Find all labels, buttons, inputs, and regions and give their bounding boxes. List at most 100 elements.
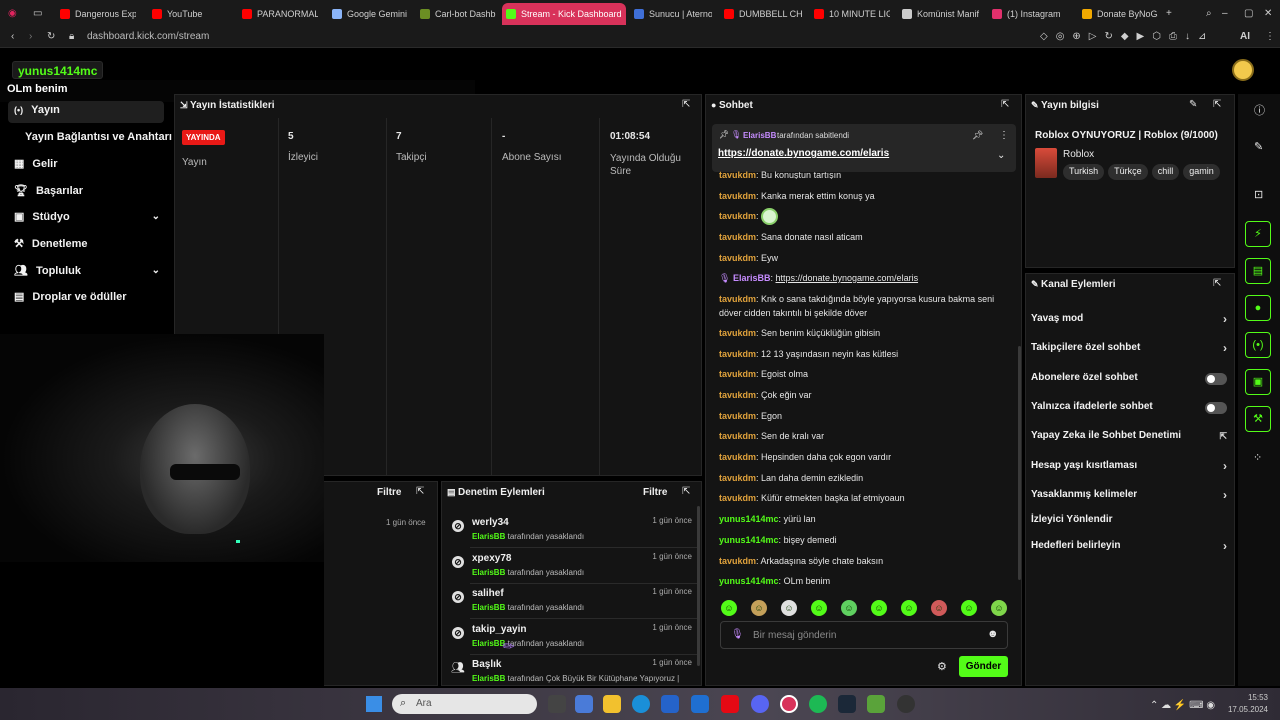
stream-tag[interactable]: Turkish (1063, 164, 1105, 180)
reload-icon[interactable]: ↻ (47, 31, 55, 42)
moderator-name[interactable]: ElarisBB (472, 603, 505, 612)
chat-input[interactable]: 🎙︎ Bir mesaj gönderin ☻ (720, 621, 1008, 649)
chat-message-text[interactable]: https://donate.bynogame.com/elaris (775, 273, 918, 283)
browser-tab[interactable]: (1) Instagram (988, 3, 1070, 25)
close-icon[interactable]: ✕ (1264, 8, 1272, 19)
pinned-link[interactable]: https://donate.bynogame.com/elaris (718, 148, 889, 159)
chat-username[interactable]: yunus1414mc (719, 535, 779, 545)
mod-filter-button[interactable]: Filtre (643, 487, 667, 498)
emote-picker-icon[interactable]: ☺ (721, 600, 737, 616)
emote-picker-icon[interactable]: ☺ (751, 600, 767, 616)
mod-action-row[interactable]: ⊘ werly34 ElarisBB tarafından yasaklandı 1 … (450, 516, 698, 548)
file-explorer-icon[interactable] (603, 695, 621, 713)
back-icon[interactable]: ‹ (11, 31, 14, 42)
windows-start-icon[interactable] (366, 696, 382, 712)
minimize-icon[interactable]: – (1222, 8, 1228, 19)
browser-tab[interactable]: YouTube (148, 3, 228, 25)
channel-action-row[interactable]: İzleyici Yönlendir (1031, 514, 1227, 528)
category-thumbnail[interactable] (1035, 148, 1057, 178)
chat-username[interactable]: yunus1414mc (719, 514, 779, 524)
channel-action-row[interactable]: Yavaş mod › (1031, 312, 1227, 327)
discord-icon[interactable] (751, 695, 769, 713)
sidebar-item-stream-key[interactable]: Yayın Bağlantısı ve Anahtarı (25, 131, 172, 143)
chat-message[interactable]: yunus1414mc: yürü lan (719, 512, 1009, 526)
ai-button[interactable]: AI (1240, 31, 1250, 42)
mod-action-row[interactable]: ⊘ xpexy78 ElarisBB tarafından yasaklandı 1 … (450, 552, 698, 584)
chat-username[interactable]: tavukdm (719, 232, 756, 242)
expand-icon[interactable]: ⇱ (416, 486, 424, 497)
chat-username[interactable]: tavukdm (719, 493, 756, 503)
emoji-icon[interactable]: ☻ (987, 628, 999, 640)
scan-icon[interactable]: ⊡ (1254, 188, 1263, 201)
rail-bolt-icon[interactable]: ⚡︎ (1245, 221, 1271, 247)
steam-icon[interactable] (838, 695, 856, 713)
info-icon[interactable]: ⓘ (1254, 102, 1265, 118)
username-badge[interactable]: yunus1414mc (12, 61, 104, 79)
sidebar-item-topluluk[interactable]: 👥︎ Topluluk ⌄ (14, 264, 160, 278)
system-tray-icons[interactable]: ⌃ ☁ ⚡ ⌨ ◉ (1150, 700, 1215, 711)
opera-taskbar-icon[interactable] (780, 695, 798, 713)
chevron-down-icon[interactable]: ⌄ (997, 150, 1005, 161)
channel-action-row[interactable]: Hesap yaşı kısıtlaması › (1031, 459, 1227, 474)
mod-action-row[interactable]: ⊘ takip_yayin ElarisBB tarafından yasaklan… (450, 623, 698, 655)
chat-message[interactable]: tavukdm: (719, 208, 1009, 225)
emote-picker-icon[interactable]: ☺ (871, 600, 887, 616)
chat-username[interactable]: tavukdm (719, 170, 756, 179)
chat-message[interactable]: tavukdm: Lan daha demin ezikledin (719, 471, 1009, 485)
chat-message[interactable]: tavukdm: Eyw (719, 251, 1009, 265)
chat-username[interactable]: tavukdm (719, 431, 756, 441)
moderator-name[interactable]: ElarisBB (472, 674, 505, 683)
stream-tag[interactable]: Türkçe (1108, 164, 1148, 180)
mod-action-row[interactable]: ⊘ salihef ElarisBB tarafından yasaklandı 1 … (450, 587, 698, 619)
category-name[interactable]: Roblox (1063, 149, 1094, 160)
sidebar-item-yayin[interactable]: (•) Yayın (14, 104, 60, 116)
channel-action-row[interactable]: Yapay Zeka ile Sohbet Denetimi ⇱ (1031, 430, 1227, 444)
chat-message[interactable]: tavukdm: Sen benim küçüklüğün gibisin (719, 326, 1009, 340)
sidebar-item-basarilar[interactable]: 🏆︎ Başarılar (14, 184, 83, 198)
stream-tag[interactable]: chill (1151, 164, 1180, 180)
emote-picker-icon[interactable]: ☺ (931, 600, 947, 616)
emote-picker-icon[interactable]: ☺ (991, 600, 1007, 616)
task-view-icon[interactable] (548, 695, 566, 713)
emote-picker-icon[interactable]: ☺ (811, 600, 827, 616)
rail-layout-icon[interactable]: ▣ (1245, 369, 1271, 395)
chat-username[interactable]: tavukdm (719, 191, 756, 201)
chat-username[interactable]: tavukdm (719, 349, 756, 359)
expand-icon[interactable]: ⇱ (682, 486, 690, 497)
emote-picker-icon[interactable]: ☺ (781, 600, 797, 616)
chat-username[interactable]: ElarisBB (733, 273, 771, 283)
chat-message[interactable]: tavukdm: Arkadaşına söyle chate baksın (719, 554, 1009, 568)
spotify-icon[interactable] (809, 695, 827, 713)
browser-tab[interactable]: PARANORMAL E (238, 3, 318, 25)
browser-tab[interactable]: 10 MINUTE LIG (810, 3, 890, 25)
chat-username[interactable]: tavukdm (719, 473, 756, 483)
chat-username[interactable]: tavukdm (719, 411, 756, 421)
expand-icon[interactable]: ⇱ (682, 99, 690, 110)
mod-target-user[interactable]: salihef (472, 588, 504, 599)
send-button[interactable]: Gönder (959, 656, 1008, 677)
chat-username[interactable]: tavukdm (719, 390, 756, 400)
channel-action-row[interactable]: Hedefleri belirleyin › (1031, 539, 1227, 554)
chat-message[interactable]: tavukdm: Hepsinden daha çok egon vardır (719, 450, 1009, 464)
sidebar-item-gelir[interactable]: ▦ Gelir (14, 157, 57, 171)
chat-message[interactable]: tavukdm: Sen de kralı var (719, 429, 1009, 443)
mod-target-user[interactable]: xpexy78 (472, 553, 511, 564)
tab-menu-icon[interactable]: ▭ (33, 8, 42, 19)
chat-message[interactable]: tavukdm: Küfür etmekten başka laf etmiyo… (719, 491, 1009, 505)
obs-icon[interactable] (897, 695, 915, 713)
channel-action-row[interactable]: Yalnızca ifadelerle sohbet (1031, 401, 1227, 415)
pinned-by[interactable]: ElarisBB (743, 131, 776, 140)
taskbar-search[interactable]: ⌕ Ara (392, 694, 537, 714)
more-icon[interactable]: ⋮ (999, 130, 1009, 141)
edit-icon[interactable]: ✎ (1189, 99, 1197, 110)
netflix-icon[interactable] (721, 695, 739, 713)
mod-target-user[interactable]: Başlık (472, 659, 501, 670)
sidebar-item-droplar[interactable]: ▤ Droplar ve ödüller (14, 290, 127, 304)
rail-wrench-icon[interactable]: ⚒︎ (1245, 406, 1271, 432)
sidebar-item-studyo[interactable]: ▣ Stüdyo ⌄ (14, 210, 160, 224)
unpin-icon[interactable]: 📌︎ (972, 130, 983, 141)
chat-message[interactable]: 🎙︎ ElarisBB: https://donate.bynogame.com… (719, 271, 1009, 285)
expand-icon[interactable]: ⇱ (1001, 99, 1009, 110)
edit-icon[interactable]: ✎ (1254, 140, 1263, 153)
browser-tab[interactable]: Dangerous Expl (56, 3, 136, 25)
